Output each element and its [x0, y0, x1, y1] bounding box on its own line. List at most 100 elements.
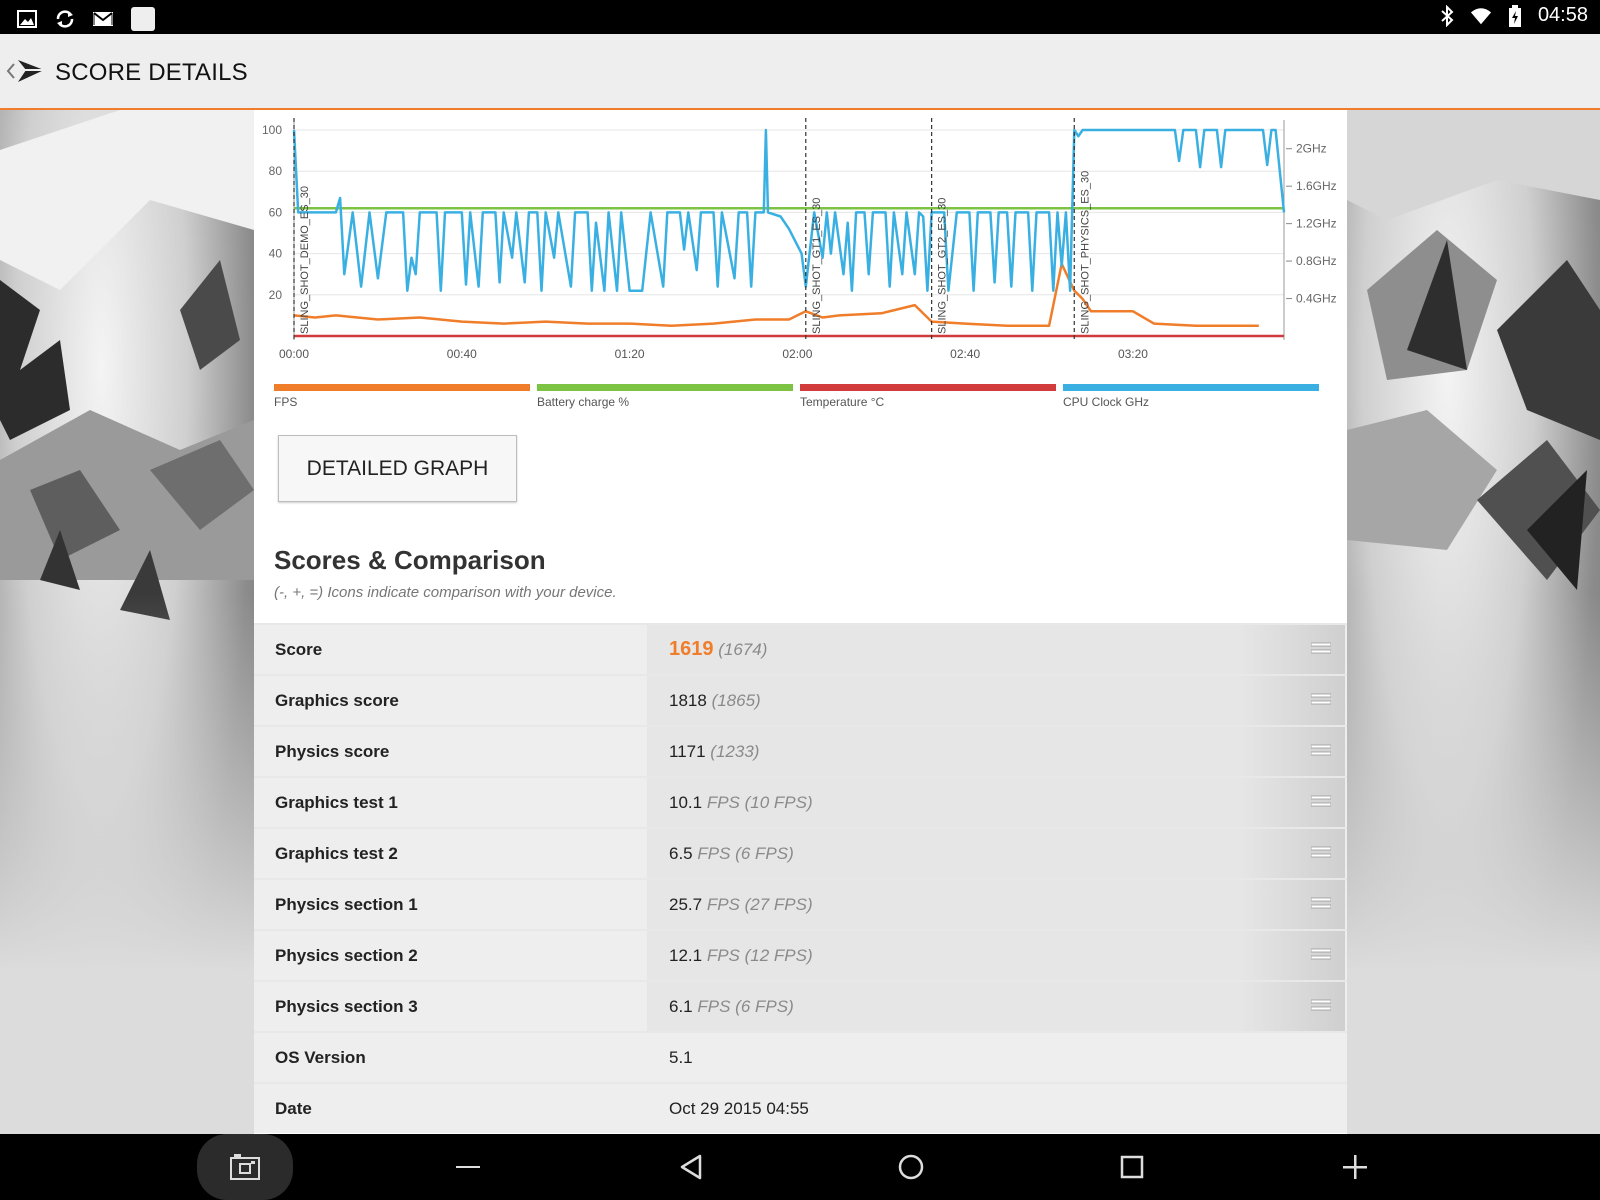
equal-icon	[1311, 693, 1331, 705]
y-tick-label: 40	[269, 247, 283, 261]
x-tick-label: 00:40	[447, 347, 477, 361]
compare-value: (1674)	[718, 640, 768, 659]
y-tick-label: 20	[269, 288, 283, 302]
row-value-cell: 1619 (1674)	[647, 625, 1345, 674]
equal-icon	[1311, 795, 1331, 807]
physics-section-2-row[interactable]: Physics section 2 12.1 FPS (12 FPS)	[254, 929, 1347, 980]
row-value: 12.1 FPS (12 FPS)	[669, 931, 813, 980]
score-value: 1818	[669, 691, 707, 710]
equal-icon	[1311, 744, 1331, 756]
row-label: Date	[275, 1099, 312, 1118]
legend-item-battery: Battery charge %	[537, 384, 793, 409]
y-tick-label: 60	[269, 205, 283, 219]
test-marker-label: SLING_SHOT_PHYSICS_ES_30	[1079, 171, 1091, 334]
score-value: 6.1	[669, 997, 693, 1016]
performance-chart[interactable]: 20 40 60 80 100 0.4GHz 0.8GHz 1.2GHz 1.6GHz 2GHz 0…	[254, 110, 1347, 410]
bluetooth-icon	[1436, 4, 1458, 27]
legend-item-temperature: Temperature °C	[800, 384, 1056, 409]
legend-swatch	[274, 384, 530, 391]
row-value-cell: 1818 (1865)	[647, 676, 1345, 725]
back-nav-button[interactable]	[676, 1152, 706, 1182]
test-marker-label: SLING_SHOT_GT2_ES_30	[937, 198, 949, 334]
legend-label: Battery charge %	[537, 395, 630, 409]
app-square-icon	[130, 6, 156, 32]
scores-table: Score 1619 (1674) Graphics score 1818 (1…	[254, 623, 1347, 1133]
y-tick-label: 100	[262, 123, 282, 137]
score-value: 6.5	[669, 844, 693, 863]
row-value-cell: Oct 29 2015 04:55	[647, 1084, 1345, 1133]
row-label: OS Version	[275, 1048, 366, 1067]
x-tick-label: 01:20	[615, 347, 645, 361]
y2-tick-label: 1.2GHz	[1296, 217, 1337, 231]
detailed-graph-button[interactable]: DETAILED GRAPH	[278, 435, 517, 502]
unit-label: FPS	[697, 844, 731, 863]
compare-value: (1865)	[711, 691, 761, 710]
content-panel: 20 40 60 80 100 0.4GHz 0.8GHz 1.2GHz 1.6GHz 2GHz 0…	[254, 110, 1347, 1134]
image-icon	[16, 8, 38, 30]
row-label: Graphics test 2	[275, 844, 398, 863]
status-bar: 04:58	[0, 0, 1600, 34]
legend-item-fps: FPS	[274, 384, 530, 409]
equal-icon	[1311, 642, 1331, 654]
graphics-score-row[interactable]: Graphics score 1818 (1865)	[254, 674, 1347, 725]
row-value: 1818 (1865)	[669, 676, 761, 725]
section-title: Scores & Comparison	[274, 545, 546, 575]
row-value: 6.1 FPS (6 FPS)	[669, 982, 794, 1031]
screenshot-icon	[230, 1154, 260, 1180]
equal-icon	[1311, 948, 1331, 960]
volume-up-button[interactable]	[1340, 1152, 1370, 1182]
x-tick-label: 02:40	[950, 347, 980, 361]
row-value-cell: 25.7 FPS (27 FPS)	[647, 880, 1345, 929]
physics-section-3-row[interactable]: Physics section 3 6.1 FPS (6 FPS)	[254, 980, 1347, 1031]
row-value: 6.5 FPS (6 FPS)	[669, 829, 794, 878]
legend-label: CPU Clock GHz	[1063, 395, 1150, 409]
score-value: 1619	[669, 638, 714, 660]
back-button[interactable]	[6, 56, 48, 86]
row-label: Physics section 2	[275, 946, 418, 965]
volume-down-button[interactable]	[453, 1152, 483, 1182]
screenshot-button[interactable]	[197, 1134, 293, 1200]
row-value-cell: 1171 (1233)	[647, 727, 1345, 776]
y2-tick-label: 0.8GHz	[1296, 254, 1337, 268]
home-icon	[898, 1154, 924, 1180]
physics-section-1-row[interactable]: Physics section 1 25.7 FPS (27 FPS)	[254, 878, 1347, 929]
physics-score-row[interactable]: Physics score 1171 (1233)	[254, 725, 1347, 776]
score-value: 25.7	[669, 895, 703, 914]
row-value-cell: 6.1 FPS (6 FPS)	[647, 982, 1345, 1031]
compare-value: (1233)	[710, 742, 760, 761]
battery-charging-icon	[1504, 4, 1526, 27]
back-icon	[680, 1154, 702, 1180]
home-button[interactable]	[896, 1152, 926, 1182]
gmail-icon	[92, 8, 114, 30]
recents-icon	[1120, 1155, 1144, 1179]
unit-label: FPS	[706, 946, 740, 965]
row-value: 5.1	[669, 1048, 693, 1067]
score-row[interactable]: Score 1619 (1674)	[254, 623, 1347, 674]
score-value: 12.1	[669, 946, 703, 965]
score-value: 10.1	[669, 793, 703, 812]
row-value-cell: 12.1 FPS (12 FPS)	[647, 931, 1345, 980]
clock: 04:58	[1537, 4, 1588, 26]
row-label: Score	[275, 640, 323, 659]
compare-value: (6 FPS)	[735, 997, 794, 1016]
section-subtitle: (-, +, =) Icons indicate comparison with…	[274, 584, 617, 601]
background-scenery-right	[1347, 110, 1600, 1134]
x-tick-label: 03:20	[1118, 347, 1148, 361]
row-label: Physics section 1	[275, 895, 418, 914]
date-row: Date Oct 29 2015 04:55	[254, 1082, 1347, 1133]
legend-swatch	[800, 384, 1056, 391]
x-tick-label: 00:00	[279, 347, 309, 361]
legend-item-cpu-clock: CPU Clock GHz	[1063, 384, 1319, 409]
recents-button[interactable]	[1117, 1152, 1147, 1182]
unit-label: FPS	[706, 895, 740, 914]
equal-icon	[1311, 897, 1331, 909]
graphics-test-1-row[interactable]: Graphics test 1 10.1 FPS (10 FPS)	[254, 776, 1347, 827]
3dmark-logo-icon	[18, 60, 46, 82]
compare-value: (10 FPS)	[744, 793, 813, 812]
legend-swatch	[1063, 384, 1319, 391]
row-value-cell: 5.1	[647, 1033, 1345, 1082]
graphics-test-2-row[interactable]: Graphics test 2 6.5 FPS (6 FPS)	[254, 827, 1347, 878]
test-marker-label: SLING_SHOT_DEMO_ES_30	[299, 186, 311, 334]
chart-legend: FPS Battery charge % Temperature °C CPU …	[274, 384, 1334, 424]
row-value-cell: 6.5 FPS (6 FPS)	[647, 829, 1345, 878]
